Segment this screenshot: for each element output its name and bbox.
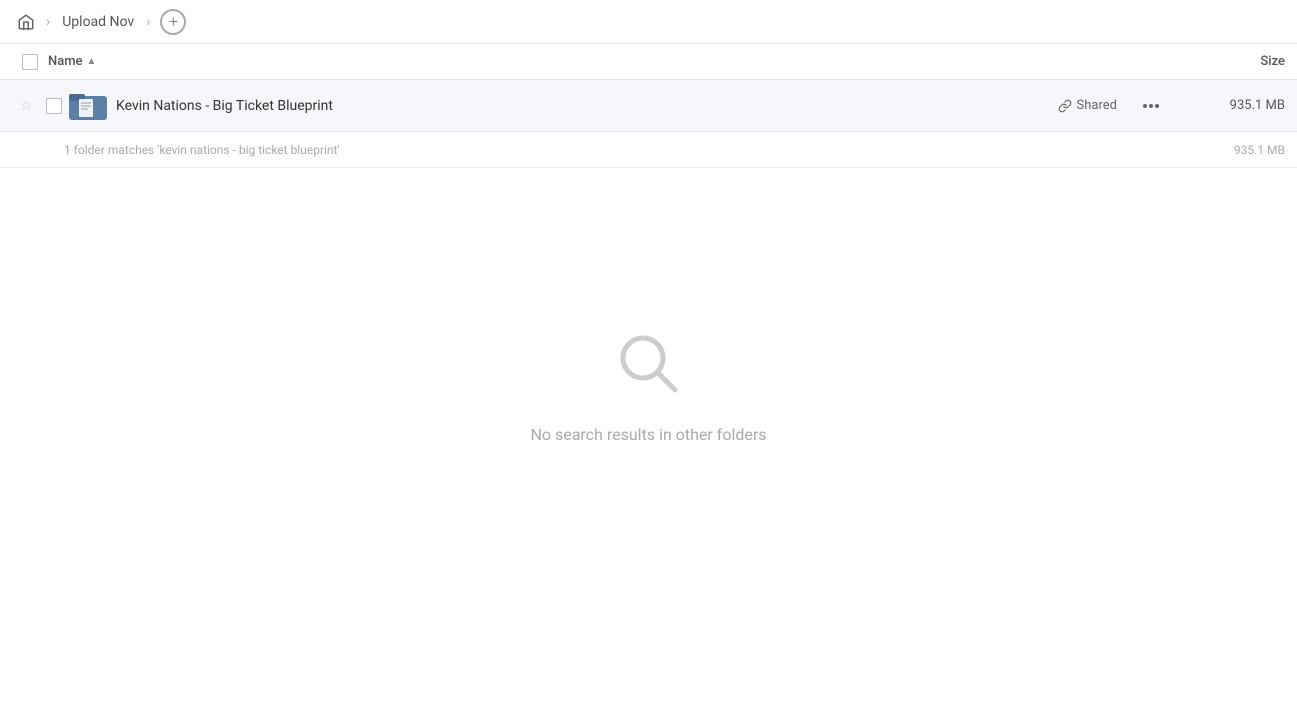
match-info-row: 1 folder matches 'kevin nations - big ti…	[0, 132, 1297, 168]
breadcrumb-separator-1: ›	[46, 14, 50, 30]
no-results-message: No search results in other folders	[530, 425, 766, 444]
star-icon[interactable]: ☆	[12, 98, 40, 114]
match-size: 935.1 MB	[1185, 143, 1285, 157]
breadcrumb-add-button[interactable]: +	[160, 9, 186, 35]
breadcrumb-home-button[interactable]	[12, 8, 40, 36]
size-column-header: Size	[1165, 54, 1285, 69]
breadcrumb-bar: › Upload Nov › +	[0, 0, 1297, 44]
shared-label: Shared	[1077, 98, 1117, 113]
link-icon	[1058, 99, 1072, 113]
name-column-header[interactable]: Name ▲	[48, 54, 1165, 69]
name-column-label: Name	[48, 54, 83, 69]
more-options-button[interactable]	[1137, 92, 1165, 120]
folder-icon	[69, 90, 107, 122]
folder-icon-wrapper	[68, 86, 108, 126]
no-results-search-icon	[613, 328, 685, 409]
file-size: 935.1 MB	[1185, 98, 1285, 113]
more-icon	[1143, 104, 1159, 108]
row-select-checkbox[interactable]	[46, 98, 62, 114]
match-count-text: 1 folder matches 'kevin nations - big ti…	[64, 143, 1185, 157]
breadcrumb-upload-nov[interactable]: Upload Nov	[56, 12, 140, 32]
row-checkbox[interactable]	[40, 98, 68, 114]
column-header-row: Name ▲ Size	[0, 44, 1297, 80]
file-name-label: Kevin Nations - Big Ticket Blueprint	[116, 98, 1058, 114]
file-row[interactable]: ☆ Kevin Nations - Big Ticket Blueprint S…	[0, 80, 1297, 132]
breadcrumb-separator-2: ›	[146, 14, 150, 30]
shared-badge[interactable]: Shared	[1058, 98, 1117, 113]
sort-arrow-icon: ▲	[87, 56, 97, 67]
empty-state: No search results in other folders	[0, 168, 1297, 444]
select-all-checkbox[interactable]	[22, 54, 38, 70]
header-checkbox-col[interactable]	[12, 54, 48, 70]
